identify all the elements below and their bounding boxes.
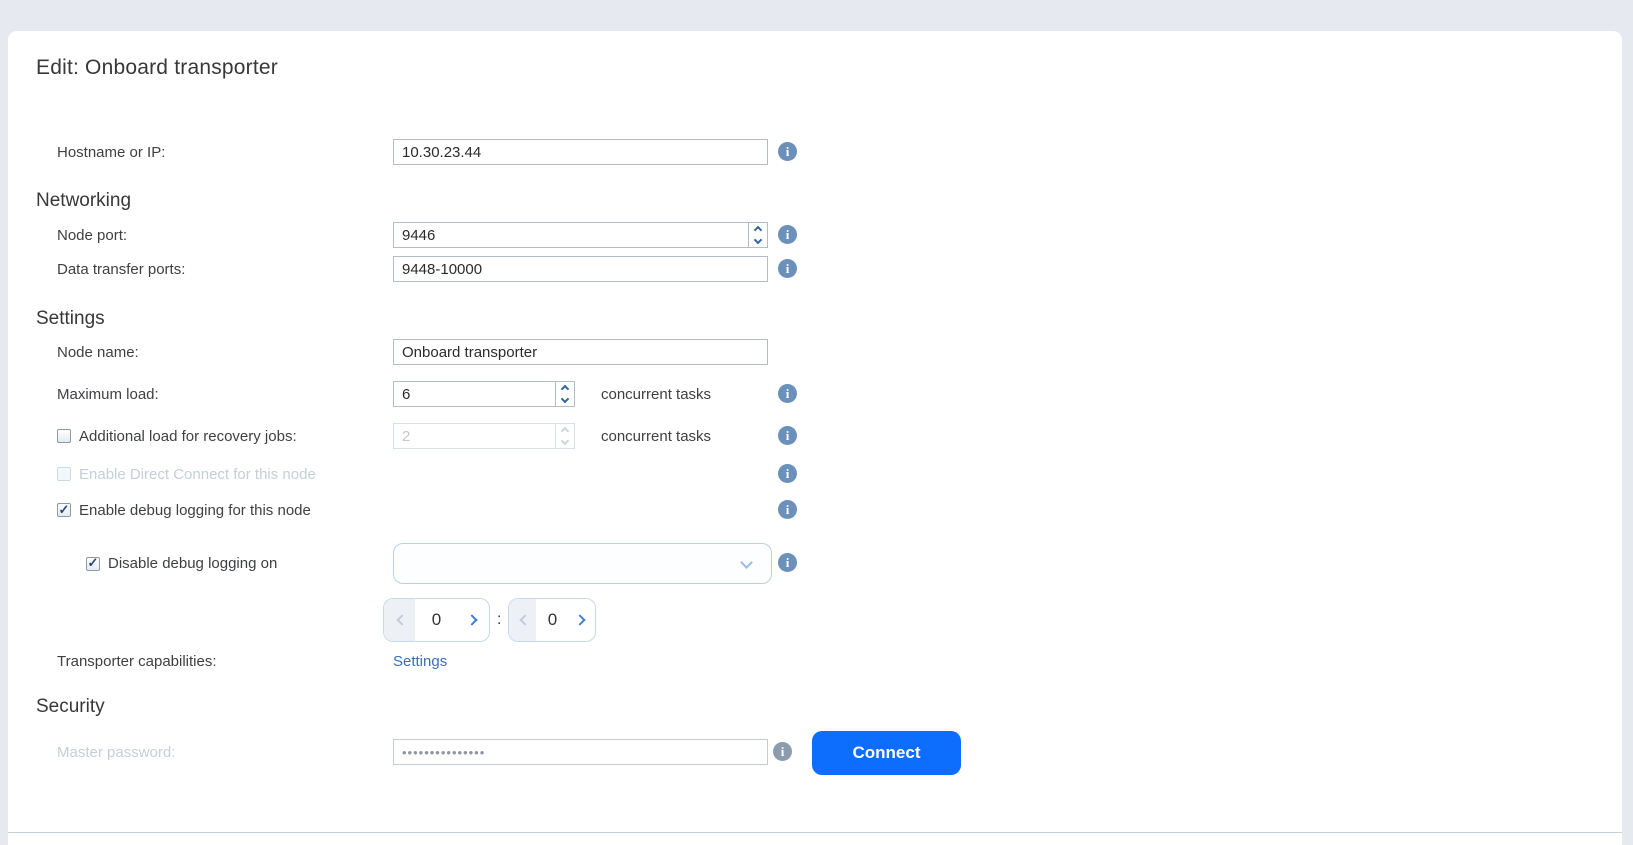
spin-down-icon[interactable] xyxy=(754,236,762,244)
data-transfer-ports-label: Data transfer ports: xyxy=(57,261,393,278)
spin-down-icon[interactable] xyxy=(561,395,569,403)
node-name-input[interactable] xyxy=(393,339,768,365)
hostname-info-icon[interactable]: i xyxy=(778,142,797,161)
hostname-row: Hostname or IP: xyxy=(57,139,768,165)
transporter-capabilities-label: Transporter capabilities: xyxy=(57,653,393,670)
direct-connect-checkbox xyxy=(57,467,71,481)
hostname-label: Hostname or IP: xyxy=(57,144,393,161)
disable-debug-logging-label: Disable debug logging on xyxy=(108,555,277,572)
disable-debug-logging-dropdown[interactable] xyxy=(393,543,772,584)
master-password-info-icon[interactable]: i xyxy=(773,742,792,761)
dialog-footer-divider xyxy=(8,832,1622,833)
additional-load-suffix: concurrent tasks xyxy=(601,428,711,445)
data-transfer-ports-input[interactable] xyxy=(393,256,768,282)
maximum-load-label: Maximum load: xyxy=(57,386,393,403)
maximum-load-spinner xyxy=(393,381,575,407)
node-port-spinner xyxy=(393,222,768,248)
minutes-value: 0 xyxy=(536,599,568,641)
disable-debug-logging-info-icon[interactable]: i xyxy=(778,553,797,572)
disable-debug-logging-row: Disable debug logging on xyxy=(57,543,772,584)
debug-logging-info-icon[interactable]: i xyxy=(778,500,797,519)
hostname-input[interactable] xyxy=(393,139,768,165)
direct-connect-info-icon[interactable]: i xyxy=(778,464,797,483)
hours-decrement-button[interactable] xyxy=(384,599,415,641)
master-password-label: Master password: xyxy=(57,744,393,761)
debug-logging-checkbox[interactable] xyxy=(57,503,71,517)
maximum-load-info-icon[interactable]: i xyxy=(778,384,797,403)
node-name-row: Node name: xyxy=(57,339,768,365)
minutes-decrement-button[interactable] xyxy=(509,599,536,641)
additional-load-label: Additional load for recovery jobs: xyxy=(79,428,297,445)
master-password-input xyxy=(393,739,768,765)
node-port-row: Node port: xyxy=(57,222,768,248)
chevron-left-icon xyxy=(519,614,530,625)
hours-value: 0 xyxy=(415,599,458,641)
spin-down-icon xyxy=(561,437,569,445)
chevron-right-icon xyxy=(574,614,585,625)
spin-up-icon xyxy=(561,427,569,435)
section-security: Security xyxy=(36,696,105,718)
chevron-right-icon xyxy=(466,614,477,625)
master-password-row: Master password: xyxy=(57,739,768,765)
node-port-input[interactable] xyxy=(393,222,768,248)
additional-load-spinner xyxy=(393,423,575,449)
maximum-load-suffix: concurrent tasks xyxy=(601,386,711,403)
disable-debug-logging-checkbox[interactable] xyxy=(86,557,100,571)
data-transfer-ports-row: Data transfer ports: xyxy=(57,256,768,282)
section-networking: Networking xyxy=(36,190,131,212)
section-settings: Settings xyxy=(36,308,105,330)
debug-logging-label: Enable debug logging for this node xyxy=(79,502,311,519)
hours-stepper: 0 xyxy=(383,598,490,642)
additional-load-checkbox[interactable] xyxy=(57,429,71,443)
node-port-spin-buttons[interactable] xyxy=(748,223,767,247)
dialog-title: Edit: Onboard transporter xyxy=(36,56,278,80)
edit-transporter-dialog: Edit: Onboard transporter Hostname or IP… xyxy=(8,31,1622,845)
spin-up-icon[interactable] xyxy=(754,226,762,234)
chevron-left-icon xyxy=(396,614,407,625)
chevron-down-icon xyxy=(740,556,753,569)
additional-load-row: Additional load for recovery jobs: concu… xyxy=(57,423,711,449)
maximum-load-spin-buttons[interactable] xyxy=(555,382,574,406)
maximum-load-input[interactable] xyxy=(393,381,575,407)
direct-connect-label: Enable Direct Connect for this node xyxy=(79,466,316,483)
transporter-capabilities-row: Transporter capabilities: Settings xyxy=(57,648,447,674)
node-name-label: Node name: xyxy=(57,344,393,361)
minutes-increment-button[interactable] xyxy=(568,599,595,641)
direct-connect-row: Enable Direct Connect for this node xyxy=(57,461,316,487)
spin-up-icon[interactable] xyxy=(561,385,569,393)
debug-stop-time-row: 0 : 0 xyxy=(383,598,596,642)
hours-increment-button[interactable] xyxy=(458,599,489,641)
minutes-stepper: 0 xyxy=(508,598,596,642)
additional-load-spin-buttons xyxy=(555,424,574,448)
maximum-load-row: Maximum load: concurrent tasks xyxy=(57,381,711,407)
node-port-label: Node port: xyxy=(57,227,393,244)
additional-load-info-icon[interactable]: i xyxy=(778,426,797,445)
additional-load-input xyxy=(393,423,575,449)
data-transfer-ports-info-icon[interactable]: i xyxy=(778,259,797,278)
transporter-capabilities-settings-link[interactable]: Settings xyxy=(393,653,447,670)
connect-button[interactable]: Connect xyxy=(812,731,961,775)
time-separator: : xyxy=(497,611,501,629)
node-port-info-icon[interactable]: i xyxy=(778,225,797,244)
debug-logging-row: Enable debug logging for this node xyxy=(57,497,311,523)
